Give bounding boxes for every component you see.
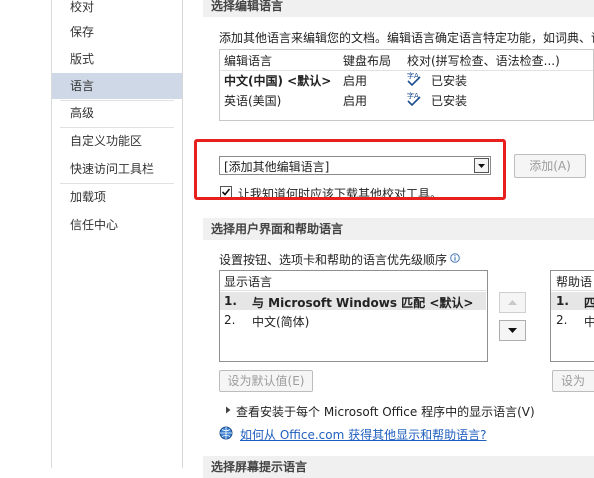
red-highlight-box [194,139,506,200]
proofing-abc-check-icon: 字A [407,91,421,107]
editing-language-header: 选择编辑语言 [203,0,594,17]
globe-link-icon [219,426,233,440]
help-language-item-number: 1. [556,294,569,308]
list-header-divider [220,290,486,291]
svg-text:字A: 字A [407,71,419,80]
help-language-item[interactable]: 四 [584,294,594,311]
nav-item-quick-access-toolbar[interactable]: 快速访问工具栏 [52,156,182,182]
nav-item-trust-center[interactable]: 信任中心 [52,212,182,238]
set-default-button[interactable]: 设为默认值(E) [219,370,313,392]
display-language-list-header: 显示语言 [224,275,273,289]
ui-language-description: 设置按钮、选项卡和帮助的语言优先级顺序 [219,253,448,267]
nav-item-proofing[interactable]: 校对 [52,0,182,20]
help-language-item-number: 2. [556,313,568,327]
info-icon[interactable] [450,253,460,263]
ui-language-header: 选择用户界面和帮助语言 [203,218,594,240]
backstage-strip [0,0,52,468]
display-language-item-number: 2. [224,313,236,327]
options-nav: 校对 保存 版式 语言 高级 自定义功能区 快速访问工具栏 加载项 信任中心 [52,0,183,468]
nav-item-layout[interactable]: 版式 [52,46,182,72]
nav-item-customize-ribbon[interactable]: 自定义功能区 [52,128,182,154]
list-header-divider [551,290,594,291]
triangle-down-icon [508,328,517,333]
view-installed-languages[interactable]: 查看安装于每个 Microsoft Office 程序中的显示语言(V) [236,403,535,420]
proofing-abc-check-icon: 字A [407,71,421,87]
help-language-list-header: 帮助语 [556,275,593,289]
display-language-item[interactable]: 与 Microsoft Windows 匹配 <默认> [252,294,473,311]
language-row-proofing: 已安装 [431,94,468,108]
language-row-language[interactable]: 英语(美国) [224,92,281,109]
display-language-item[interactable]: 中文(简体) [252,313,309,330]
language-row-language[interactable]: 中文(中国) <默认> [224,72,331,89]
editing-description: 添加其他语言来编辑您的文档。编辑语言确定语言特定功能，如词典、语法 [219,31,594,45]
nav-item-language[interactable]: 语言 [52,73,182,99]
column-header-keyboard: 键盘布局 [343,54,392,68]
set-default-button-help[interactable]: 设为 [552,370,594,392]
language-row-proofing: 已安装 [431,74,468,88]
language-row-keyboard: 启用 [343,94,368,108]
move-up-button[interactable] [499,292,526,313]
column-header-proofing: 校对(拼写检查、语法检查...) [407,54,560,68]
move-down-button[interactable] [499,320,526,341]
svg-text:字A: 字A [407,91,419,100]
nav-item-save[interactable]: 保存 [52,19,182,45]
help-language-item[interactable]: 中 [584,313,594,330]
nav-item-advanced[interactable]: 高级 [52,100,182,126]
language-row-keyboard: 启用 [343,74,368,88]
get-languages-link[interactable]: 如何从 Office.com 获得其他显示和帮助语言? [240,426,486,443]
nav-item-addins[interactable]: 加载项 [52,184,182,210]
add-language-button[interactable]: 添加(A) [514,154,586,178]
screentip-language-header: 选择屏幕提示语言 [203,456,594,478]
display-language-item-number: 1. [224,294,237,308]
column-header-language: 编辑语言 [224,54,273,68]
triangle-up-icon [508,300,517,305]
expand-arrow-icon[interactable] [223,405,233,415]
